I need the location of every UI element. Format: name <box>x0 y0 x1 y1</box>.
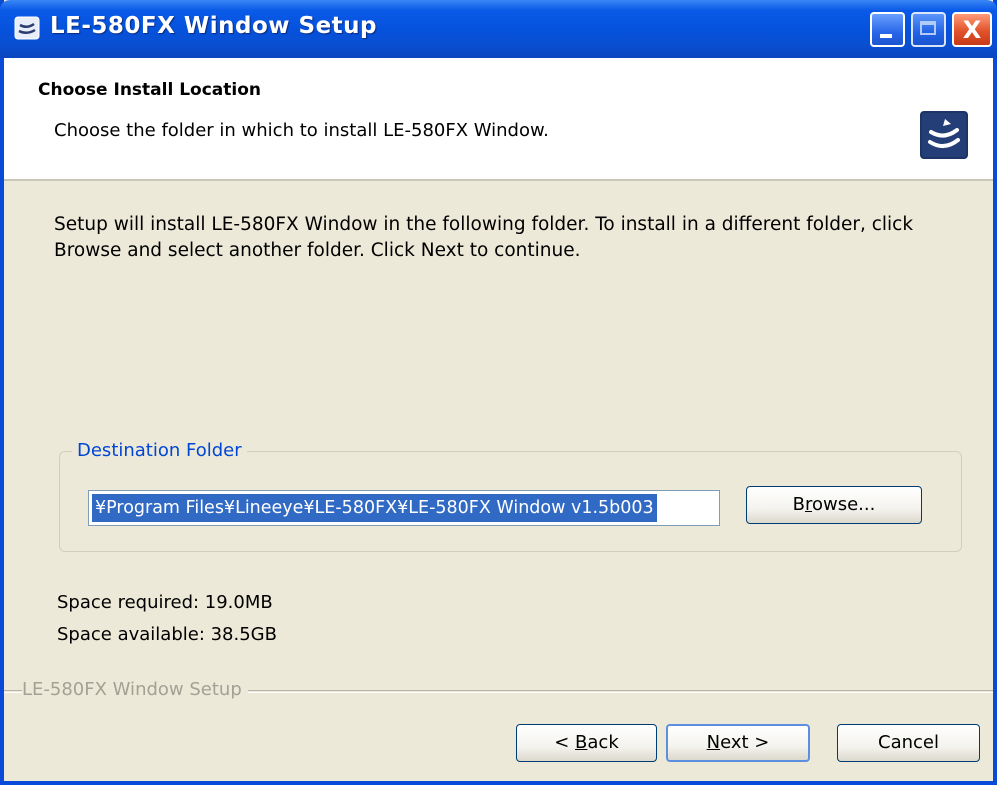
space-available-text: Space available: 38.5GB <box>57 624 277 645</box>
branding-text: LE-580FX Window Setup <box>22 679 248 700</box>
back-label-start: < <box>554 732 576 753</box>
setup-logo-icon <box>920 111 968 159</box>
page-subtitle: Choose the folder in which to install LE… <box>54 120 549 141</box>
browse-accelerator: r <box>804 494 812 515</box>
space-required-text: Space required: 19.0MB <box>57 592 273 613</box>
app-icon <box>14 16 40 40</box>
browse-button[interactable]: Browse... <box>746 486 922 524</box>
back-accelerator: B <box>575 732 588 753</box>
next-button[interactable]: Next > <box>666 724 810 762</box>
instructions-text: Setup will install LE-580FX Window in th… <box>54 214 914 261</box>
browse-label-end: owse... <box>812 494 876 515</box>
back-button[interactable]: < Back <box>516 724 657 762</box>
back-label-end: ack <box>587 732 619 753</box>
cancel-button[interactable]: Cancel <box>837 724 980 762</box>
page-header: Choose Install Location Choose the folde… <box>4 58 993 181</box>
browse-label-start: B <box>792 494 805 515</box>
next-label-end: ext > <box>720 732 770 753</box>
close-button[interactable]: X <box>952 12 992 47</box>
destination-path-value: ¥Program Files¥Lineeye¥LE-580FX¥LE-580FX… <box>92 494 657 522</box>
setup-window: LE-580FX Window Setup X Choose Install L… <box>0 0 997 785</box>
title-bar[interactable]: LE-580FX Window Setup X <box>0 0 997 58</box>
destination-folder-label: Destination Folder <box>72 440 247 461</box>
close-icon: X <box>962 16 982 44</box>
window-title: LE-580FX Window Setup <box>50 13 378 39</box>
minimize-button[interactable] <box>870 12 905 47</box>
destination-path-input[interactable]: ¥Program Files¥Lineeye¥LE-580FX¥LE-580FX… <box>88 490 720 526</box>
maximize-button[interactable] <box>911 12 946 47</box>
page-title: Choose Install Location <box>38 80 262 100</box>
next-accelerator: N <box>706 732 721 753</box>
